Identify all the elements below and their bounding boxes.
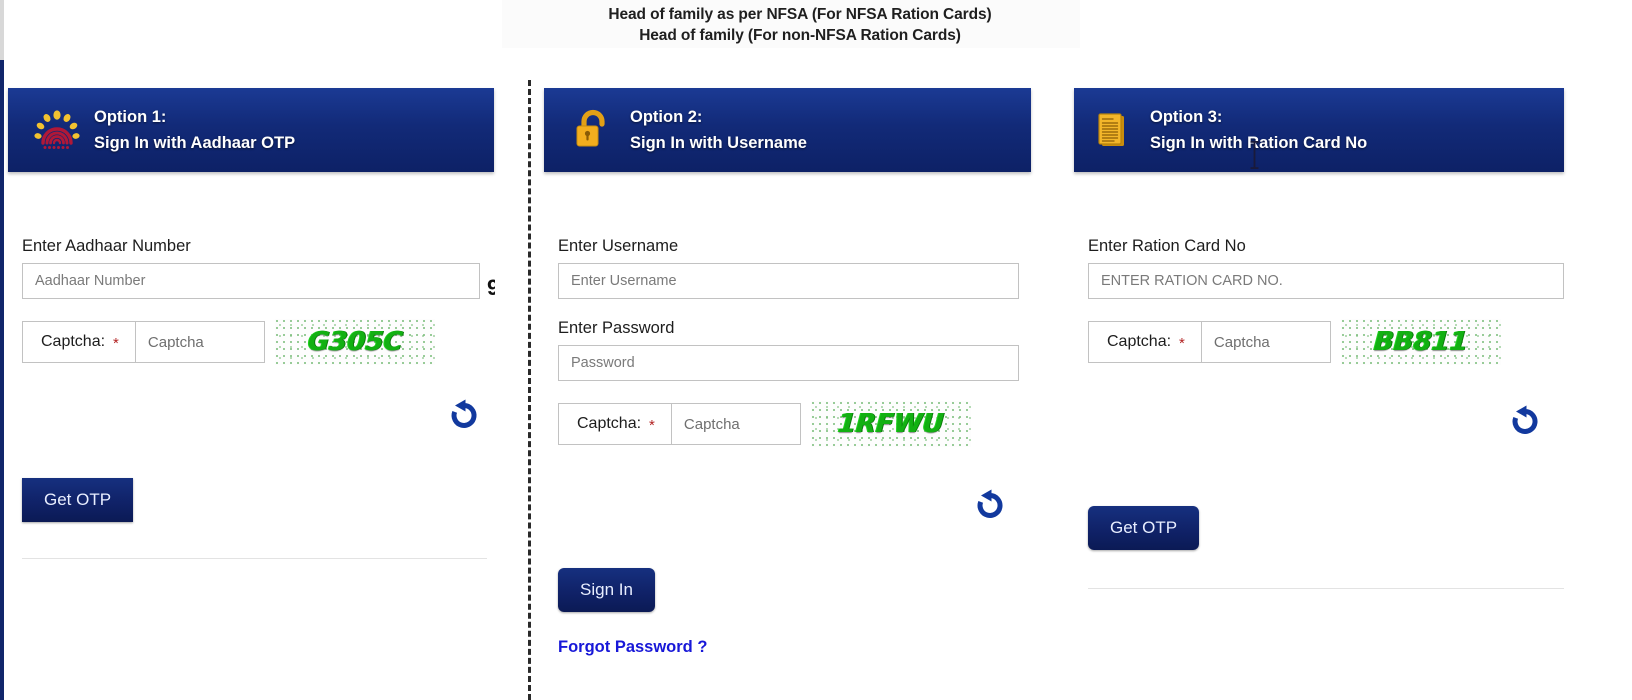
captcha-input-2[interactable]: [670, 403, 801, 445]
page-left-border: [0, 0, 4, 700]
option-1-form: Enter Aadhaar Number Captcha: * G305C: [22, 236, 480, 365]
captcha-required-mark-1: *: [113, 334, 119, 352]
captcha-image-1: G305C: [274, 319, 435, 365]
option-1-title: Sign In with Aadhaar OTP: [94, 134, 296, 152]
username-input[interactable]: [558, 263, 1019, 299]
password-input[interactable]: [558, 345, 1019, 381]
username-label: Enter Username: [558, 237, 679, 255]
captcha-image-text-2: 1RFWU: [836, 409, 945, 439]
column-divider-1: [528, 80, 531, 700]
captcha-refresh-button-3[interactable]: [1502, 398, 1548, 444]
document-icon: [1090, 107, 1136, 153]
get-otp-button-3[interactable]: Get OTP: [1088, 506, 1200, 550]
captcha-required-mark-3: *: [1179, 334, 1185, 352]
aadhaar-number-input[interactable]: [22, 263, 480, 299]
password-label: Enter Password: [558, 319, 675, 337]
captcha-label-text-2: Captcha:: [577, 415, 642, 432]
refresh-icon: [1512, 405, 1538, 434]
refresh-icon: [451, 399, 477, 428]
get-otp-button-1[interactable]: Get OTP: [22, 478, 134, 522]
aadhaar-logo-icon: [34, 107, 80, 153]
option-2-titles: Option 2: Sign In with Username: [630, 104, 807, 156]
option-2-form: Enter Username Enter Password Captcha: *…: [558, 236, 1019, 447]
page-left-border-top: [0, 0, 4, 60]
field-spacer: [558, 299, 1019, 318]
ration-card-label: Enter Ration Card No: [1088, 237, 1246, 255]
ration-card-input[interactable]: [1088, 263, 1564, 299]
captcha-input-1[interactable]: [134, 321, 265, 363]
option-3-column: Option 3: Sign In with Ration Card No En…: [1074, 0, 1564, 700]
captcha-image-3: BB811: [1340, 319, 1501, 365]
aadhaar-number-label: Enter Aadhaar Number: [22, 237, 191, 255]
option-1-number: Option 1:: [94, 108, 167, 126]
option-2-column: Option 2: Sign In with Username Enter Us…: [544, 0, 1031, 700]
option-3-title: Sign In with Ration Card No: [1150, 134, 1368, 152]
page-root: Head of family as per NFSA (For NFSA Rat…: [0, 0, 1632, 700]
captcha-input-3[interactable]: [1200, 321, 1331, 363]
option-3-titles: Option 3: Sign In with Ration Card No: [1150, 104, 1367, 156]
option-3-form: Enter Ration Card No Captcha: * BB811: [1088, 236, 1564, 365]
captcha-refresh-button-2[interactable]: [967, 482, 1013, 528]
captcha-label-1: Captcha: *: [22, 321, 135, 363]
option-3-rule: [1088, 588, 1564, 589]
captcha-required-mark-2: *: [649, 416, 655, 434]
option-1-header[interactable]: Option 1: Sign In with Aadhaar OTP: [8, 88, 494, 172]
option-1-titles: Option 1: Sign In with Aadhaar OTP: [94, 104, 295, 156]
captcha-label-text-3: Captcha:: [1107, 333, 1172, 350]
clipped-glyph: 9: [487, 275, 495, 300]
option-3-number: Option 3:: [1150, 108, 1223, 126]
forgot-password-link[interactable]: Forgot Password ?: [558, 638, 707, 657]
option-2-number: Option 2:: [630, 108, 703, 126]
captcha-label-2: Captcha: *: [558, 403, 671, 445]
option-1-captcha-row: Captcha: * G305C: [22, 319, 480, 365]
option-2-captcha-row: Captcha: * 1RFWU: [558, 401, 1019, 447]
option-2-header[interactable]: Option 2: Sign In with Username: [544, 88, 1031, 172]
captcha-label-text-1: Captcha:: [41, 333, 106, 350]
captcha-image-2: 1RFWU: [810, 401, 971, 447]
captcha-image-text-3: BB811: [1372, 327, 1469, 357]
option-1-rule: [22, 558, 487, 559]
option-1-column: Option 1: Sign In with Aadhaar OTP Enter…: [8, 0, 494, 700]
option-3-header[interactable]: Option 3: Sign In with Ration Card No: [1074, 88, 1564, 172]
refresh-icon: [977, 489, 1003, 518]
captcha-label-3: Captcha: *: [1088, 321, 1201, 363]
option-2-title: Sign In with Username: [630, 134, 807, 152]
captcha-refresh-button-1[interactable]: [441, 392, 487, 438]
captcha-image-text-1: G305C: [306, 327, 404, 357]
sign-in-button[interactable]: Sign In: [558, 568, 655, 612]
option-3-captcha-row: Captcha: * BB811: [1088, 319, 1564, 365]
open-padlock-icon: [570, 107, 616, 153]
